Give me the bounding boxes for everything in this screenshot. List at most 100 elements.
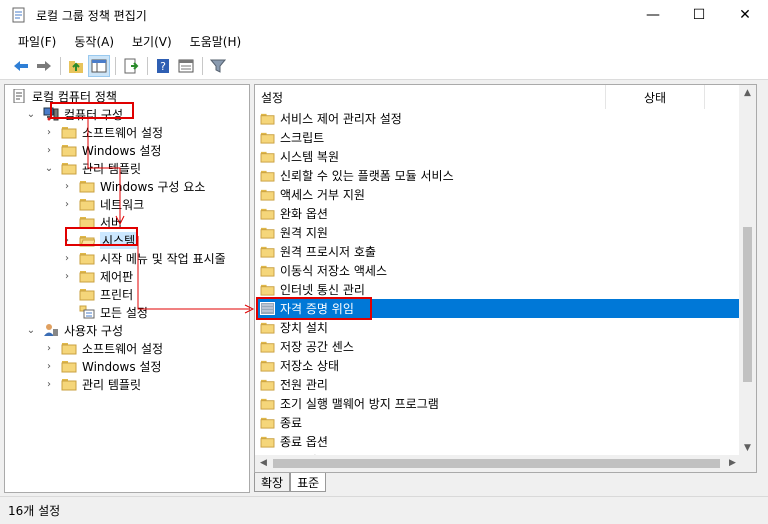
folder-icon — [260, 398, 275, 410]
tree-item[interactable]: › 관리 템플릿 — [43, 375, 141, 393]
tree-item-label: Windows 구성 요소 — [100, 179, 206, 194]
properties-button[interactable] — [175, 55, 197, 77]
folder-icon — [79, 271, 95, 283]
back-arrow-icon — [14, 60, 28, 71]
folder-icon — [260, 151, 275, 163]
column-header-status[interactable]: 상태 — [606, 89, 704, 106]
horizontal-scroll-thumb[interactable] — [273, 459, 720, 468]
tree-item-label: 프린터 — [100, 287, 134, 302]
settings-list-pane[interactable]: 설정 상태 서비스 제어 관리자 설정스크립트시스템 복원신뢰할 수 있는 플랫… — [254, 84, 757, 473]
tree-item[interactable]: › 소프트웨어 설정 — [43, 123, 163, 141]
tree-item[interactable]: › 제어판 — [61, 267, 133, 285]
list-item-label: 스크립트 — [280, 131, 325, 145]
list-item[interactable]: 저장 공간 센스 — [257, 337, 741, 356]
tree-item[interactable]: › Windows 구성 요소 — [61, 177, 205, 195]
folder-icon — [79, 289, 95, 301]
tree-item-label: 관리 템플릿 — [82, 161, 142, 176]
forward-button[interactable] — [33, 55, 55, 77]
chevron-down-icon[interactable]: ⌄ — [43, 163, 55, 174]
tree-item[interactable]: ⌄ 관리 템플릿 — [43, 159, 141, 177]
tree-item[interactable]: › Windows 설정 — [43, 357, 161, 375]
folder-icon — [61, 379, 77, 391]
list-item[interactable]: 원격 지원 — [257, 223, 741, 242]
list-item[interactable]: 원격 프로시저 호출 — [257, 242, 741, 261]
tree-item[interactable]: 프린터 — [61, 285, 133, 303]
chevron-right-icon[interactable]: › — [61, 253, 73, 264]
tab-extended[interactable]: 확장 — [254, 473, 291, 492]
status-text: 16개 설정 — [8, 504, 61, 518]
folder-icon — [260, 113, 275, 125]
menu-help[interactable]: 도움말(H) — [182, 33, 250, 50]
toolbar-separator — [115, 56, 116, 75]
list-item-label: 조기 실행 맬웨어 방지 프로그램 — [280, 397, 439, 411]
maximize-button[interactable]: ☐ — [676, 0, 722, 30]
chevron-right-icon[interactable]: › — [61, 199, 73, 210]
horizontal-scrollbar[interactable]: ◀ ▶ — [255, 455, 741, 472]
folder-icon — [260, 341, 275, 353]
tree-item-label: 모든 설정 — [100, 305, 148, 320]
list-item[interactable]: 시스템 복원 — [257, 147, 741, 166]
chevron-right-icon[interactable]: › — [43, 343, 55, 354]
column-separator[interactable] — [704, 85, 705, 109]
properties-icon — [178, 59, 194, 72]
list-item[interactable]: 조기 실행 맬웨어 방지 프로그램 — [257, 394, 741, 413]
chevron-right-icon[interactable]: › — [43, 145, 55, 156]
toolbar-separator — [60, 56, 61, 75]
list-item[interactable]: 서비스 제어 관리자 설정 — [257, 109, 741, 128]
chevron-down-icon[interactable]: ⌄ — [25, 109, 37, 120]
list-item[interactable]: 전원 관리 — [257, 375, 741, 394]
chevron-down-icon[interactable]: ⌄ — [25, 325, 37, 336]
list-item[interactable]: 종료 — [257, 413, 741, 432]
up-level-button[interactable] — [65, 55, 87, 77]
list-item[interactable]: 저장소 상태 — [257, 356, 741, 375]
tree-item[interactable]: 모든 설정 — [61, 303, 148, 321]
chevron-right-icon[interactable]: › — [43, 379, 55, 390]
menu-bar: 파일(F) 동작(A) 보기(V) 도움말(H) — [0, 30, 768, 52]
list-item[interactable]: 완화 옵션 — [257, 204, 741, 223]
chevron-right-icon[interactable]: › — [43, 127, 55, 138]
list-item-label: 서비스 제어 관리자 설정 — [280, 112, 402, 126]
tree-pane[interactable]: 로컬 컴퓨터 정책 ⌄ 컴퓨터 구성 › 소프트웨어 설정 › Windows 설정 ⌄ 관리 … — [4, 84, 250, 493]
minimize-button[interactable]: — — [630, 0, 676, 30]
vertical-scroll-thumb[interactable] — [743, 227, 752, 382]
tree-item[interactable]: › Windows 설정 — [43, 141, 161, 159]
list-item[interactable]: 액세스 거부 지원 — [257, 185, 741, 204]
help-button[interactable]: ? — [152, 55, 174, 77]
policy-editor-icon — [12, 7, 25, 23]
chevron-right-icon[interactable]: › — [61, 181, 73, 192]
tree-item[interactable]: ⌄ 사용자 구성 — [25, 321, 123, 339]
tab-standard[interactable]: 표준 — [290, 473, 327, 492]
chevron-right-icon[interactable]: › — [43, 361, 55, 372]
scroll-left-icon[interactable]: ◀ — [255, 455, 272, 472]
list-item-label: 전원 관리 — [280, 378, 328, 392]
list-item[interactable]: 스크립트 — [257, 128, 741, 147]
scroll-up-icon[interactable]: ▲ — [739, 85, 756, 102]
menu-action[interactable]: 동작(A) — [66, 33, 122, 50]
tree-item[interactable]: › 시작 메뉴 및 작업 표시줄 — [61, 249, 226, 267]
export-list-button[interactable] — [120, 55, 142, 77]
list-item[interactable]: 신뢰할 수 있는 플랫폼 모듈 서비스 — [257, 166, 741, 185]
folder-icon — [61, 361, 77, 373]
list-item[interactable]: 이동식 저장소 액세스 — [257, 261, 741, 280]
folder-icon — [260, 170, 275, 182]
folder-icon — [260, 322, 275, 334]
chevron-right-icon[interactable]: › — [61, 271, 73, 282]
back-button[interactable] — [10, 55, 32, 77]
list-item-label: 신뢰할 수 있는 플랫폼 모듈 서비스 — [280, 169, 454, 183]
folder-icon — [260, 360, 275, 372]
vertical-scrollbar[interactable]: ▲ ▼ — [739, 85, 756, 457]
user-icon — [44, 324, 58, 336]
folder-icon — [260, 227, 275, 239]
folder-icon — [260, 284, 275, 296]
filter-button[interactable] — [207, 55, 229, 77]
list-item[interactable]: 종료 옵션 — [257, 432, 741, 451]
tree-item[interactable]: › 소프트웨어 설정 — [43, 339, 163, 357]
menu-file[interactable]: 파일(F) — [10, 33, 64, 50]
menu-view[interactable]: 보기(V) — [124, 33, 180, 50]
list-item[interactable]: 장치 설치 — [257, 318, 741, 337]
column-header-setting[interactable]: 설정 — [255, 89, 605, 106]
tree-item[interactable]: › 네트워크 — [61, 195, 144, 213]
show-hide-tree-button[interactable] — [88, 54, 110, 77]
folder-icon — [61, 127, 77, 139]
close-button[interactable]: ✕ — [722, 0, 768, 30]
